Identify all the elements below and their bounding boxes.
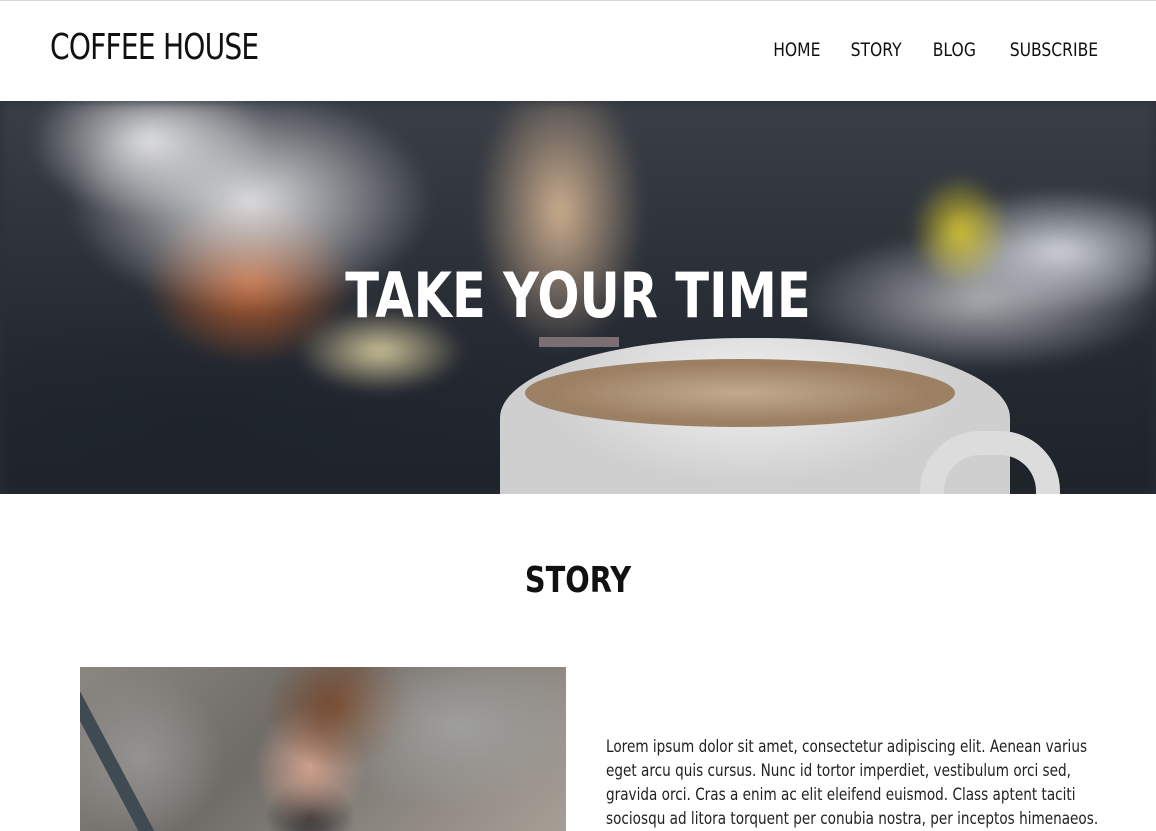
image-stripe: [80, 667, 161, 831]
coffee-surface: [525, 359, 955, 427]
story-heading: STORY: [524, 560, 632, 601]
main-nav: HOME STORY BLOG SUBSCRIBE: [768, 39, 1108, 61]
story-line: Lorem ipsum dolor sit amet, consectetur …: [606, 737, 1088, 757]
nav-story-link[interactable]: STORY: [851, 39, 902, 61]
hero-banner: TAKE YOUR TIME: [0, 101, 1156, 494]
story-line: gravida orci. Cras a enim ac elit eleife…: [606, 785, 1076, 805]
nav-home-link[interactable]: HOME: [773, 39, 820, 61]
story-line: eget arcu quis cursus. Nunc id tortor im…: [606, 761, 1071, 781]
site-logo[interactable]: COFFEE HOUSE: [50, 27, 259, 68]
story-paragraph: Lorem ipsum dolor sit amet, consectetur …: [606, 735, 1099, 831]
hero-title: TAKE YOUR TIME: [345, 259, 811, 332]
story-line: sociosqu ad litora torquent per conubia …: [606, 809, 1099, 829]
nav-blog-link[interactable]: BLOG: [932, 39, 975, 61]
site-header: COFFEE HOUSE HOME STORY BLOG SUBSCRIBE: [0, 1, 1156, 101]
hero-accent-bar: [539, 337, 619, 347]
nav-subscribe-link[interactable]: SUBSCRIBE: [1010, 39, 1098, 61]
story-image: [80, 667, 566, 831]
